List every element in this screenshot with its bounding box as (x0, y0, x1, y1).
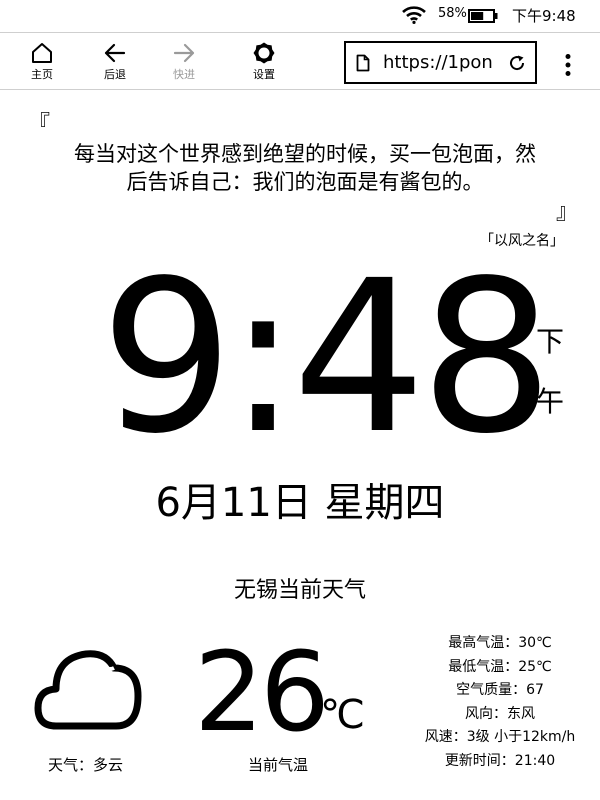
detail-wind-speed: 风速：3级 小于12km/h (424, 729, 576, 746)
temperature-unit: ℃ (320, 692, 365, 738)
url-text[interactable]: https://1pon (383, 52, 493, 73)
battery-icon (468, 9, 498, 23)
weather-title: 无锡当前天气 (233, 578, 366, 603)
more-vertical-icon[interactable] (560, 53, 576, 77)
status-bar: 58% 下午9:48 (0, 0, 600, 32)
detail-air-quality: 空气质量：67 (456, 682, 544, 699)
home-button[interactable]: 主页 (14, 41, 70, 85)
quote-close-mark: 』 (556, 200, 579, 225)
detail-wind-direction: 风向：东风 (465, 705, 535, 722)
settings-label: 设置 (253, 68, 275, 81)
gear-icon (253, 42, 275, 64)
reload-icon[interactable] (508, 54, 526, 72)
ampm-char-1: 下 (535, 325, 564, 358)
back-label: 后退 (104, 68, 126, 81)
clock-time: 9:48 (100, 235, 554, 480)
cloud-icon (34, 650, 142, 730)
clock-date: 6月11日 星期四 (155, 480, 445, 526)
arrow-right-icon (173, 43, 195, 63)
battery-percent: 58% (438, 6, 467, 21)
weather-details: 最高气温：30℃ 最低气温：25℃ 空气质量：67 风向：东风 风速：3级 小于… (400, 632, 600, 774)
wifi-icon (402, 6, 426, 24)
detail-min-temp: 最低气温：25℃ (448, 658, 552, 675)
back-button[interactable]: 后退 (87, 41, 143, 85)
forward-button[interactable]: 快进 (156, 41, 212, 85)
home-icon (32, 43, 52, 63)
settings-button[interactable]: 设置 (236, 41, 292, 85)
forward-label: 快进 (173, 68, 195, 81)
quote-text: 每当对这个世界感到绝望的时候，买一包泡面，然后告诉自己：我们的泡面是有酱包的。 (74, 142, 536, 194)
current-temperature: 26 (194, 628, 330, 756)
quote-open-mark: 『 (28, 112, 51, 137)
ampm-char-2: 午 (535, 385, 564, 418)
detail-max-temp: 最高气温：30℃ (448, 635, 552, 651)
home-label: 主页 (31, 68, 53, 81)
url-bar[interactable]: https://1pon (344, 41, 537, 84)
detail-update-time: 更新时间：21:40 (444, 752, 556, 769)
status-time: 下午9:48 (512, 7, 576, 25)
temperature-label: 当前气温 (248, 756, 309, 774)
document-icon (356, 54, 370, 72)
arrow-left-icon (104, 43, 126, 63)
weather-condition: 天气：多云 (48, 756, 124, 774)
clock-ampm: 下 午 (532, 312, 568, 432)
browser-toolbar: 主页 后退 快进 设置 https://1pon (0, 32, 600, 90)
